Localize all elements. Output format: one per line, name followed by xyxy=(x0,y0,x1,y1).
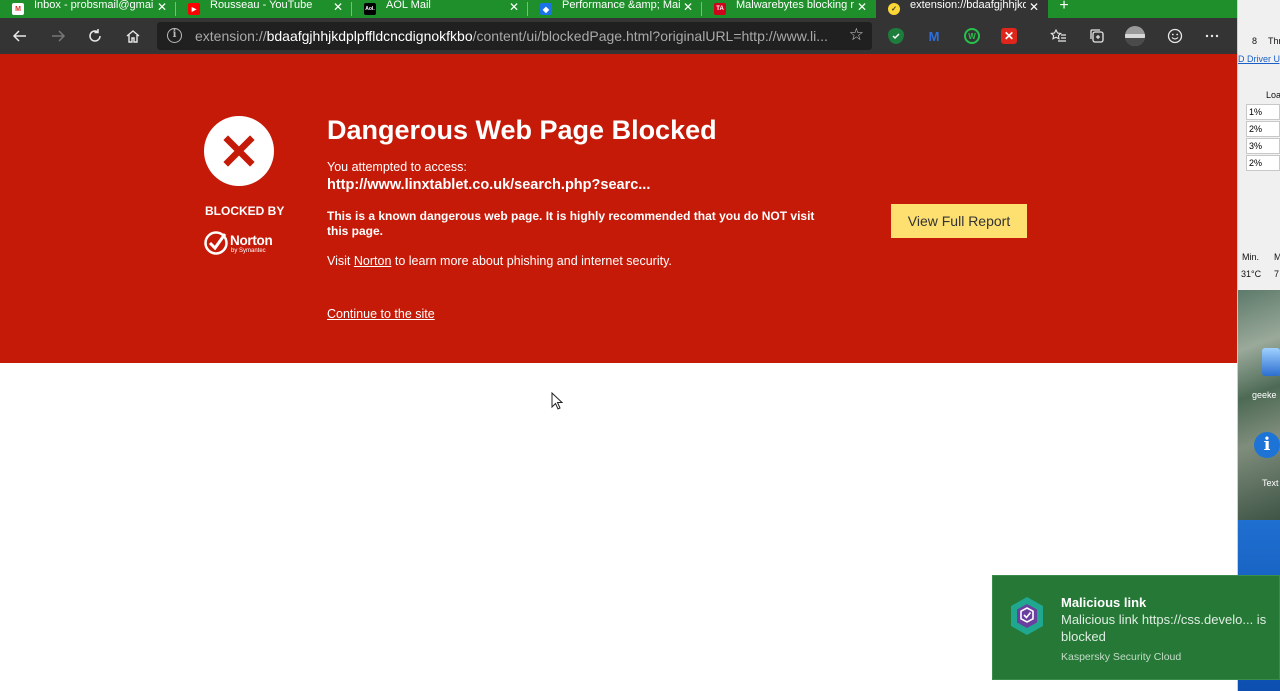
url-prefix: extension:// xyxy=(195,28,267,44)
url-host: bdaafgjhhjkdplpffldcncdignokfkbo xyxy=(266,28,473,44)
toast-message: Malicious link https://css.develo... is … xyxy=(1061,612,1267,644)
info-desktop-icon[interactable]: i xyxy=(1254,432,1280,458)
check-icon xyxy=(892,33,900,40)
load-cell: 2% xyxy=(1246,155,1280,171)
driver-update-link[interactable]: D Driver Up xyxy=(1238,54,1280,64)
shield-extension-icon[interactable] xyxy=(888,28,904,44)
desktop-wallpaper: geeke i Text xyxy=(1238,290,1280,520)
view-full-report-button[interactable]: View Full Report xyxy=(891,204,1027,238)
tab-gmail[interactable]: M Inbox - probsmail@gmail ✕ xyxy=(0,0,176,18)
tab-title: AOL Mail xyxy=(386,0,431,11)
toast-app-name: Kaspersky Security Cloud xyxy=(1061,651,1182,663)
back-button[interactable] xyxy=(8,25,32,47)
home-button[interactable] xyxy=(121,25,145,47)
close-tab-icon[interactable]: ✕ xyxy=(154,0,170,14)
youtube-icon: ▶ xyxy=(188,3,200,15)
profile-button[interactable] xyxy=(1123,25,1147,47)
avatar xyxy=(1125,26,1145,46)
tab-title: Performance &amp; Main xyxy=(562,0,680,11)
blocked-by-label: BLOCKED BY xyxy=(205,204,285,218)
tomsguide-icon: TA xyxy=(714,3,726,15)
tab-title: Inbox - probsmail@gmail xyxy=(34,0,154,11)
screen: M Inbox - probsmail@gmail ✕ ▶ Rousseau -… xyxy=(0,0,1280,691)
temperature-value: 31°C xyxy=(1241,269,1262,279)
tab-extension-active[interactable]: ✓ extension://bdaafgjhhjkdp ✕ xyxy=(876,0,1048,18)
mouse-cursor-icon xyxy=(551,392,563,410)
favorites-button[interactable] xyxy=(1046,25,1070,47)
tab-strip: M Inbox - probsmail@gmail ✕ ▶ Rousseau -… xyxy=(0,0,1237,18)
min-label: Min. xyxy=(1242,252,1260,262)
desktop-window-text-a: 8 xyxy=(1252,36,1258,46)
desktop-icon-label: Text xyxy=(1262,478,1279,488)
home-icon xyxy=(126,30,140,43)
gmail-icon: M xyxy=(12,3,24,15)
tab-title: Rousseau - YouTube xyxy=(210,0,313,11)
forward-arrow-icon xyxy=(52,30,66,42)
desktop-app-icon[interactable] xyxy=(1262,348,1280,376)
norton-brand-sub: by Symantec xyxy=(231,248,266,254)
aol-icon: Aol. xyxy=(364,3,376,15)
blocker-extension-icon[interactable]: ✕ xyxy=(1001,28,1017,44)
min-extra-label: M xyxy=(1274,252,1280,262)
more-dots-icon xyxy=(1205,34,1219,38)
visit-prefix: Visit xyxy=(327,254,354,268)
url-path: /content/ui/blockedPage.html?originalURL… xyxy=(472,28,828,44)
kaspersky-shield-icon xyxy=(1011,597,1043,635)
warning-text: This is a known dangerous web page. It i… xyxy=(327,209,815,238)
close-tab-icon[interactable]: ✕ xyxy=(506,0,522,14)
tab-title: Malwarebytes blocking re xyxy=(736,0,854,11)
desktop-window-text-b: Thr xyxy=(1268,36,1280,46)
visit-suffix: to learn more about phishing and interne… xyxy=(391,254,672,268)
temperature-extra: 7 xyxy=(1274,269,1280,279)
tab-performance[interactable]: ◆ Performance &amp; Main ✕ xyxy=(528,0,702,18)
malwarebytes-extension-icon[interactable]: M xyxy=(926,28,942,44)
tab-aol-mail[interactable]: Aol. AOL Mail ✕ xyxy=(352,0,528,18)
kaspersky-notification-toast[interactable]: Malicious link Malicious link https://cs… xyxy=(992,575,1280,680)
address-bar[interactable]: i extension://bdaafgjhhjkdplpffldcncdign… xyxy=(157,22,872,50)
norton-brand: Norton xyxy=(230,233,273,248)
forward-button[interactable] xyxy=(46,25,70,47)
favorites-list-icon xyxy=(1049,28,1066,42)
load-cell: 1% xyxy=(1246,104,1280,120)
back-arrow-icon xyxy=(12,30,26,42)
norton-icon: ✓ xyxy=(888,3,900,15)
norton-logo: Norton by Symantec xyxy=(204,229,276,259)
info-icon[interactable]: i xyxy=(167,28,182,43)
collections-icon xyxy=(1090,29,1104,43)
tab-title: extension://bdaafgjhhjkdp xyxy=(910,0,1026,11)
wot-extension-icon[interactable]: W xyxy=(964,28,980,44)
blocked-url: http://www.linxtablet.co.uk/search.php?s… xyxy=(327,177,651,193)
close-tab-icon[interactable]: ✕ xyxy=(1026,0,1042,14)
desktop-icon-label: geeke xyxy=(1252,390,1277,400)
url-text[interactable]: extension://bdaafgjhhjkdplpffldcncdignok… xyxy=(195,22,835,50)
favorite-star-icon[interactable]: ☆ xyxy=(849,25,864,45)
blocked-x-icon xyxy=(204,116,274,186)
new-tab-button[interactable]: + xyxy=(1054,0,1074,18)
close-tab-icon[interactable]: ✕ xyxy=(330,0,346,14)
settings-menu-button[interactable] xyxy=(1200,25,1224,47)
feedback-button[interactable] xyxy=(1163,25,1187,47)
close-tab-icon[interactable]: ✕ xyxy=(854,0,870,14)
close-tab-icon[interactable]: ✕ xyxy=(680,0,696,14)
load-cell: 3% xyxy=(1246,138,1280,154)
attempted-label: You attempted to access: xyxy=(327,160,467,174)
x-mark-icon xyxy=(223,135,255,167)
page-title: Dangerous Web Page Blocked xyxy=(327,115,717,145)
tab-youtube[interactable]: ▶ Rousseau - YouTube ✕ xyxy=(176,0,352,18)
load-column-header: Loa xyxy=(1266,90,1280,100)
load-cell: 2% xyxy=(1246,121,1280,137)
refresh-icon xyxy=(89,29,101,42)
windows-icon: ◆ xyxy=(540,3,552,15)
smiley-icon xyxy=(1167,28,1183,44)
continue-to-site-link[interactable]: Continue to the site xyxy=(327,307,435,321)
collections-button[interactable] xyxy=(1085,25,1109,47)
blocked-page-banner: BLOCKED BY Norton by Symantec Dangerous … xyxy=(0,54,1237,363)
visit-norton-text: Visit Norton to learn more about phishin… xyxy=(327,254,672,268)
refresh-button[interactable] xyxy=(83,25,107,47)
norton-link[interactable]: Norton xyxy=(354,254,392,268)
browser-toolbar: i extension://bdaafgjhhjkdplpffldcncdign… xyxy=(0,18,1237,54)
tab-malwarebytes[interactable]: TA Malwarebytes blocking re ✕ xyxy=(702,0,876,18)
toast-title: Malicious link xyxy=(1061,595,1147,610)
